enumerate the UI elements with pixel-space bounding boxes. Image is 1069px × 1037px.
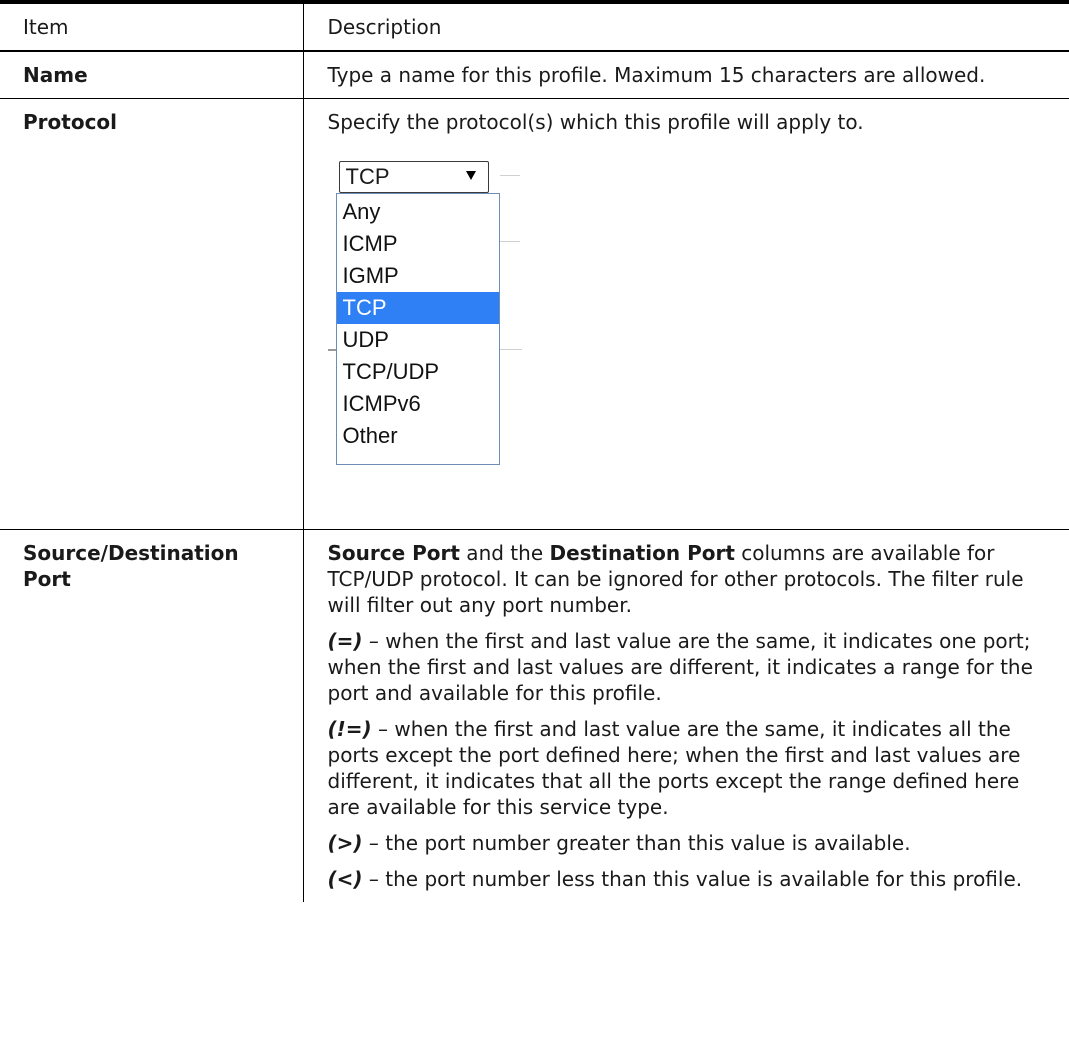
background-line bbox=[499, 349, 522, 350]
protocol-options-list: Any ICMP IGMP TCP UDP TCP/UDP ICMPv6 Oth… bbox=[335, 193, 500, 465]
dropdown-arrow-icon bbox=[465, 171, 476, 180]
row-desc-port: Source Port and the Destination Port col… bbox=[304, 530, 1069, 902]
port-paragraph-greater: (>) – the port number greater than this … bbox=[327, 831, 911, 855]
table-row: Protocol Specify the protocol(s) which t… bbox=[0, 98, 1069, 530]
row-desc-name: Type a name for this profile. Maximum 15… bbox=[327, 63, 986, 87]
option-tcp-udp[interactable]: TCP/UDP bbox=[337, 356, 499, 388]
option-igmp[interactable]: IGMP bbox=[337, 260, 499, 292]
description-table: Item Description Name Type a name for th… bbox=[0, 0, 1069, 902]
header-item-label: Item bbox=[23, 15, 69, 39]
header-description: Description bbox=[303, 0, 1069, 52]
protocol-select-value: TCP bbox=[345, 164, 390, 189]
option-tcp[interactable]: TCP bbox=[336, 292, 499, 324]
port-paragraph-not-equal: (!=) – when the first and last value are… bbox=[327, 717, 1021, 819]
protocol-select[interactable]: TCP bbox=[338, 161, 489, 193]
protocol-dropdown-figure: TCP Any ICMP IGMP TCP UDP TCP/UDP ICMPv6… bbox=[327, 149, 528, 519]
option-any[interactable]: Any bbox=[337, 196, 499, 228]
table-row: Source/Destination Port Source Port and … bbox=[0, 529, 1069, 902]
table-row: Name Type a name for this profile. Maxim… bbox=[0, 51, 1069, 99]
background-line bbox=[499, 241, 520, 242]
option-icmpv6[interactable]: ICMPv6 bbox=[337, 388, 499, 420]
port-paragraph-equal: (=) – when the first and last value are … bbox=[327, 629, 1033, 705]
option-udp[interactable]: UDP bbox=[337, 324, 499, 356]
background-line bbox=[499, 175, 520, 176]
row-item-name: Name bbox=[23, 63, 88, 87]
header-description-label: Description bbox=[327, 15, 442, 39]
option-other[interactable]: Other bbox=[337, 420, 499, 452]
row-item-port: Source/Destination Port bbox=[23, 541, 239, 591]
header-item: Item bbox=[0, 0, 304, 52]
option-icmp[interactable]: ICMP bbox=[337, 228, 499, 260]
row-item-protocol: Protocol bbox=[23, 110, 118, 134]
port-paragraph-less: (<) – the port number less than this val… bbox=[327, 867, 1023, 891]
table-header-row: Item Description bbox=[0, 0, 1069, 52]
row-desc-protocol: Specify the protocol(s) which this profi… bbox=[327, 110, 864, 134]
port-paragraph-1: Source Port and the Destination Port col… bbox=[327, 541, 1024, 617]
background-line bbox=[327, 349, 336, 351]
